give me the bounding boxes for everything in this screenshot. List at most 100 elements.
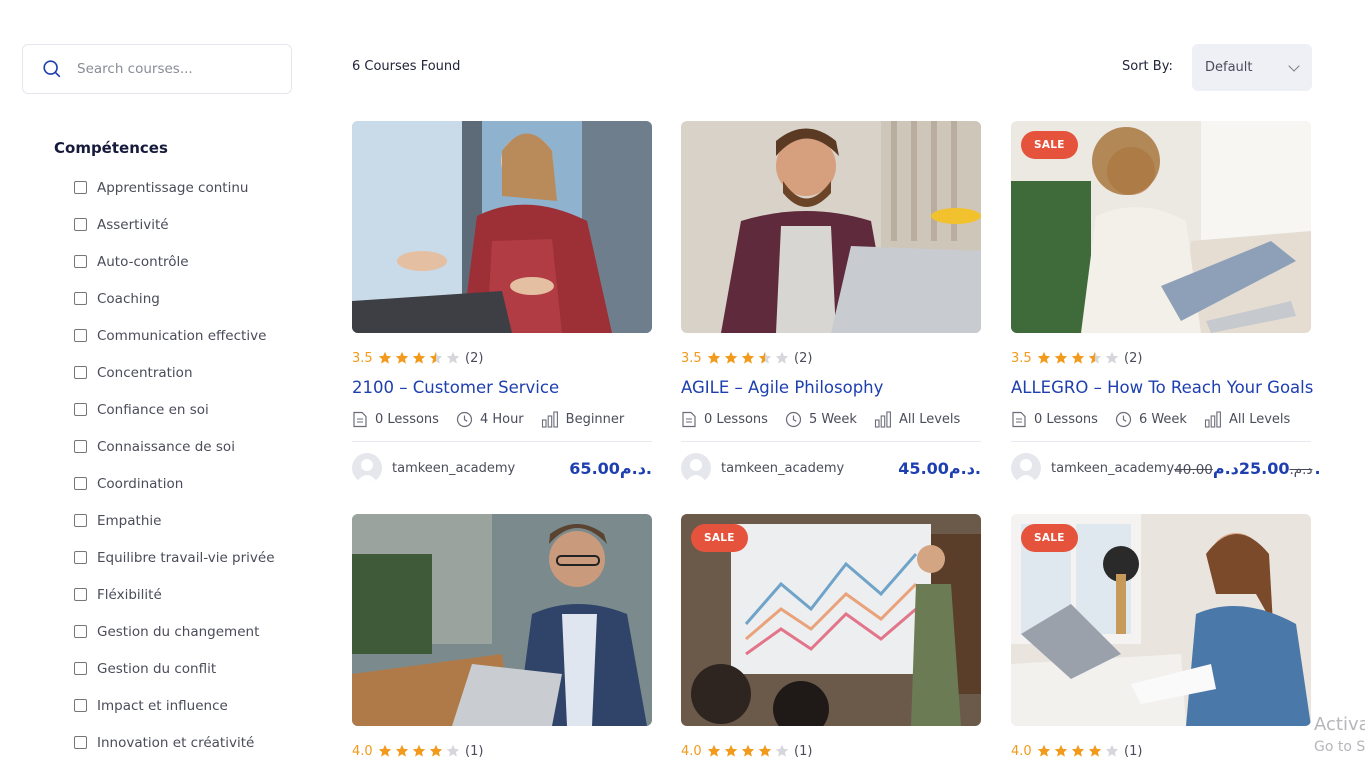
rating: 3.5 (2) [1011, 349, 1311, 367]
course-card[interactable]: 4.0 (1) [352, 514, 652, 760]
filter-item[interactable]: Coaching [74, 291, 275, 328]
filter-item[interactable]: Gestion du changement [74, 624, 275, 661]
filter-label: Coaching [97, 291, 160, 307]
rating-value: 3.5 [352, 350, 373, 366]
sort-select[interactable]: Default [1192, 44, 1312, 91]
filter-checkbox[interactable] [74, 699, 87, 712]
course-card[interactable]: SALE 3.5 (2) ALLEGRO – How To Reach Your… [1011, 121, 1321, 483]
course-thumbnail[interactable]: SALE [681, 514, 981, 726]
lessons-count: 0 Lessons [704, 411, 768, 427]
filter-checkbox[interactable] [74, 292, 87, 305]
filter-item[interactable]: Coordination [74, 476, 275, 513]
filter-item[interactable]: Innovation et créativité [74, 735, 275, 772]
course-title-link[interactable]: AGILE – Agile Philosophy [681, 378, 981, 397]
course-card[interactable]: SALE 4.0 (1) [1011, 514, 1311, 760]
author[interactable]: tamkeen_academy [1011, 453, 1174, 483]
filter-item[interactable]: Gestion du conflit [74, 661, 275, 698]
star-icon [412, 351, 426, 364]
star-icon [1105, 744, 1119, 757]
filter-item[interactable]: Communication effective [74, 328, 275, 365]
filter-item[interactable]: Connaissance de soi [74, 439, 275, 476]
filter-label: Assertivité [97, 217, 169, 233]
filter-checkbox[interactable] [74, 181, 87, 194]
author[interactable]: tamkeen_academy [352, 453, 515, 483]
star-icon [1088, 351, 1102, 364]
filter-label: Concentration [97, 365, 193, 381]
filter-checkbox[interactable] [74, 662, 87, 675]
filter-checkbox[interactable] [74, 329, 87, 342]
search-input[interactable] [77, 61, 267, 77]
rating: 3.5 (2) [681, 349, 981, 367]
star-icon [707, 744, 721, 757]
course-thumbnail[interactable] [352, 121, 652, 333]
course-thumbnail[interactable]: SALE [1011, 121, 1311, 333]
course-title-link[interactable]: ALLEGRO – How To Reach Your Goals [1011, 378, 1313, 397]
course-duration: 5 Week [808, 411, 857, 427]
rating: 4.0 (1) [1011, 742, 1311, 760]
course-footer: tamkeen_academy 40.00د.م.25.00د.م. [1011, 453, 1321, 483]
course-card[interactable]: 3.5 (2) 2100 – Customer Service 0 Lesson… [352, 121, 652, 483]
filter-checkbox[interactable] [74, 551, 87, 564]
star-icon [724, 351, 738, 364]
course-thumbnail[interactable] [352, 514, 652, 726]
filter-item[interactable]: Apprentissage continu [74, 180, 275, 217]
star-icon [1071, 744, 1085, 757]
course-meta: 0 Lessons 6 Week All Levels [1011, 409, 1311, 429]
filter-checkbox[interactable] [74, 736, 87, 749]
course-price: 65.00د.م. [569, 459, 652, 478]
course-card[interactable]: 3.5 (2) AGILE – Agile Philosophy 0 Lesso… [681, 121, 981, 483]
lessons-count: 0 Lessons [1034, 411, 1098, 427]
filter-checkbox[interactable] [74, 366, 87, 379]
course-title-link[interactable]: 2100 – Customer Service [352, 378, 652, 397]
course-thumbnail[interactable] [681, 121, 981, 333]
filter-checkbox[interactable] [74, 403, 87, 416]
filter-label: Impact et influence [97, 698, 228, 714]
course-price: 45.00د.م. [898, 459, 981, 478]
avatar [681, 453, 711, 483]
rating: 3.5 (2) [352, 349, 652, 367]
watermark-line-2: Go to Se [1314, 739, 1365, 755]
search-box[interactable] [22, 44, 292, 94]
divider [681, 441, 981, 442]
filter-label: Connaissance de soi [97, 439, 235, 455]
filter-checkbox[interactable] [74, 625, 87, 638]
search-icon [43, 60, 61, 78]
rating: 4.0 (1) [352, 742, 652, 760]
filter-label: Empathie [97, 513, 162, 529]
filter-checkbox[interactable] [74, 218, 87, 231]
filter-label: Innovation et créativité [97, 735, 255, 751]
filter-item[interactable]: Assertivité [74, 217, 275, 254]
avatar [352, 453, 382, 483]
course-duration: 4 Hour [479, 411, 524, 427]
author[interactable]: tamkeen_academy [681, 453, 844, 483]
star-rating [378, 744, 460, 758]
star-rating [707, 744, 789, 758]
filter-checkbox[interactable] [74, 588, 87, 601]
filter-item[interactable]: Equilibre travail-vie privée [74, 550, 275, 587]
level-icon [541, 410, 558, 428]
course-thumbnail[interactable]: SALE [1011, 514, 1311, 726]
course-image [352, 121, 652, 333]
sale-badge: SALE [691, 524, 748, 552]
filter-item[interactable]: Fléxibilité [74, 587, 275, 624]
level-icon [1204, 410, 1221, 428]
filter-label: Apprentissage continu [97, 180, 249, 196]
clock-icon [785, 411, 802, 427]
watermark-line-1: Activa [1314, 714, 1365, 735]
filter-checkbox[interactable] [74, 440, 87, 453]
filter-item[interactable]: Empathie [74, 513, 275, 550]
filter-checkbox[interactable] [74, 514, 87, 527]
course-duration: 6 Week [1138, 411, 1187, 427]
filter-label: Confiance en soi [97, 402, 209, 418]
star-rating [1037, 351, 1119, 365]
filter-item[interactable]: Auto-contrôle [74, 254, 275, 291]
filter-item[interactable]: Impact et influence [74, 698, 275, 735]
filter-checkbox[interactable] [74, 255, 87, 268]
star-icon [741, 744, 755, 757]
star-icon [775, 744, 789, 757]
filter-item[interactable]: Concentration [74, 365, 275, 402]
divider [1011, 441, 1311, 442]
course-card[interactable]: SALE 4.0 (1) [681, 514, 981, 760]
filter-checkbox[interactable] [74, 477, 87, 490]
filter-item[interactable]: Confiance en soi [74, 402, 275, 439]
